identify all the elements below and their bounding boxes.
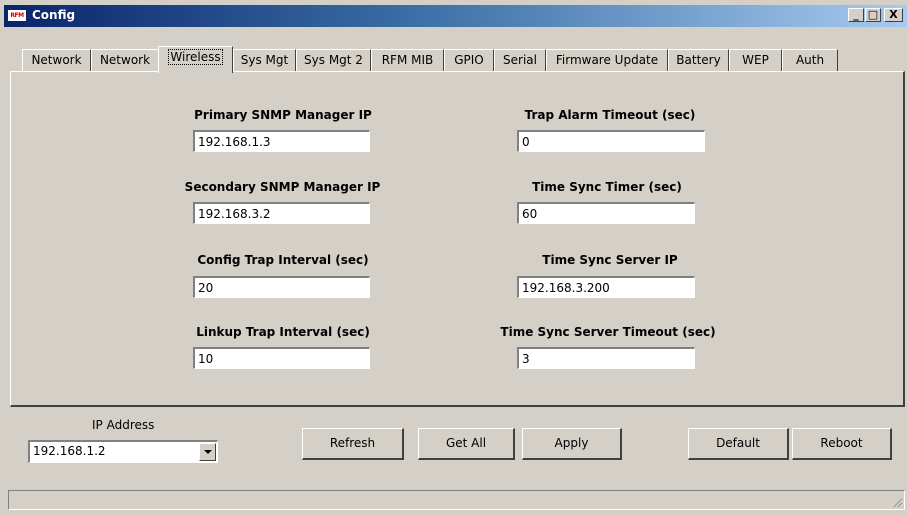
primary-snmp-manager-ip-input[interactable]: 192.168.1.3 <box>193 130 370 152</box>
wireless-tab-panel <box>10 71 905 407</box>
secondary-snmp-manager-ip-input[interactable]: 192.168.3.2 <box>193 202 370 224</box>
reboot-button[interactable]: Reboot <box>792 428 892 460</box>
tab-sys-mgt-2[interactable]: Sys Mgt 2 <box>296 49 371 71</box>
tab-rfm-mib[interactable]: RFM MIB <box>371 49 444 71</box>
config-trap-interval-label: Config Trap Interval (sec) <box>197 253 369 267</box>
config-window: RFM Config _ □ X Network Network Wireles… <box>0 0 907 515</box>
tab-battery[interactable]: Battery <box>668 49 729 71</box>
tab-wep[interactable]: WEP <box>729 49 782 71</box>
title-bar[interactable]: RFM Config _ □ X <box>4 5 907 27</box>
ip-address-label: IP Address <box>92 418 155 432</box>
tab-network[interactable]: Network <box>22 49 91 71</box>
tab-auth[interactable]: Auth <box>782 49 838 71</box>
default-button[interactable]: Default <box>688 428 789 460</box>
status-bar <box>8 490 905 510</box>
time-sync-server-ip-input[interactable]: 192.168.3.200 <box>517 276 695 298</box>
time-sync-server-ip-label: Time Sync Server IP <box>542 253 678 267</box>
ip-address-value: 192.168.1.2 <box>33 444 106 458</box>
trap-alarm-timeout-label: Trap Alarm Timeout (sec) <box>524 108 696 122</box>
apply-button[interactable]: Apply <box>522 428 622 460</box>
tab-serial[interactable]: Serial <box>494 49 546 71</box>
rfm-app-icon: RFM <box>7 9 27 22</box>
tab-wireless[interactable]: Wireless <box>158 46 233 73</box>
secondary-snmp-manager-ip-label: Secondary SNMP Manager IP <box>184 180 381 194</box>
linkup-trap-interval-input[interactable]: 10 <box>193 347 370 369</box>
close-button[interactable]: X <box>884 8 903 22</box>
time-sync-timer-input[interactable]: 60 <box>517 202 695 224</box>
config-trap-interval-input[interactable]: 20 <box>193 276 370 298</box>
window-title: Config <box>32 8 76 22</box>
resize-grip-icon[interactable] <box>892 497 902 507</box>
tab-sys-mgt[interactable]: Sys Mgt <box>233 49 296 71</box>
ip-address-dropdown[interactable]: 192.168.1.2 <box>28 440 218 463</box>
refresh-button[interactable]: Refresh <box>302 428 404 460</box>
tab-network-2[interactable]: Network <box>91 49 159 71</box>
chevron-down-icon[interactable] <box>199 443 216 461</box>
time-sync-server-timeout-input[interactable]: 3 <box>517 347 695 369</box>
maximize-button[interactable]: □ <box>865 8 881 22</box>
time-sync-timer-label: Time Sync Timer (sec) <box>532 180 682 194</box>
primary-snmp-manager-ip-label: Primary SNMP Manager IP <box>194 108 372 122</box>
tab-firmware-update[interactable]: Firmware Update <box>546 49 668 71</box>
tab-gpio[interactable]: GPIO <box>444 49 494 71</box>
get-all-button[interactable]: Get All <box>418 428 515 460</box>
minimize-button[interactable]: _ <box>848 8 864 22</box>
trap-alarm-timeout-input[interactable]: 0 <box>517 130 705 152</box>
linkup-trap-interval-label: Linkup Trap Interval (sec) <box>196 325 370 339</box>
time-sync-server-timeout-label: Time Sync Server Timeout (sec) <box>500 325 716 339</box>
